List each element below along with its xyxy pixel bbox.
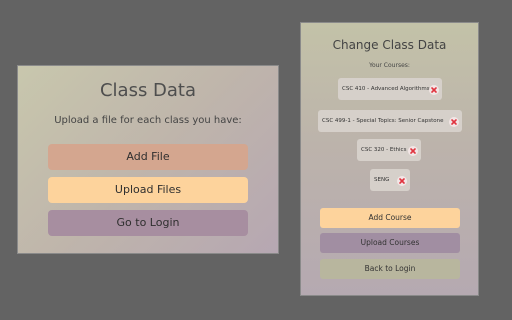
course-item: CSC 499-1 - Special Topics: Senior Capst…: [318, 110, 462, 132]
class-data-card: Class Data Upload a file for each class …: [17, 65, 279, 254]
back-to-login-button[interactable]: Back to Login: [320, 259, 460, 279]
course-label: CSC 320 - Ethics: [361, 147, 407, 153]
app-screen: Class Data Upload a file for each class …: [0, 0, 512, 320]
go-to-login-button[interactable]: Go to Login: [48, 210, 248, 236]
close-icon[interactable]: [429, 85, 439, 95]
course-label: SENG: [374, 177, 390, 183]
class-data-subtitle: Upload a file for each class you have:: [54, 115, 242, 126]
close-icon[interactable]: [449, 117, 459, 127]
your-courses-label: Your Courses:: [369, 62, 410, 69]
course-item: CSC 410 - Advanced Algorithms: [338, 78, 442, 100]
add-course-button[interactable]: Add Course: [320, 208, 460, 228]
close-icon[interactable]: [408, 146, 418, 156]
add-file-button[interactable]: Add File: [48, 144, 248, 170]
class-data-title: Class Data: [99, 80, 197, 101]
change-class-data-title: Change Class Data: [332, 38, 447, 52]
close-icon[interactable]: [397, 176, 407, 186]
course-item: SENG: [370, 169, 410, 191]
course-label: CSC 410 - Advanced Algorithms: [342, 86, 430, 92]
upload-files-button[interactable]: Upload Files: [48, 177, 248, 203]
upload-courses-button[interactable]: Upload Courses: [320, 233, 460, 253]
course-label: CSC 499-1 - Special Topics: Senior Capst…: [322, 118, 444, 124]
change-class-data-card: Change Class Data Your Courses: CSC 410 …: [300, 22, 479, 296]
course-item: CSC 320 - Ethics: [357, 139, 421, 161]
